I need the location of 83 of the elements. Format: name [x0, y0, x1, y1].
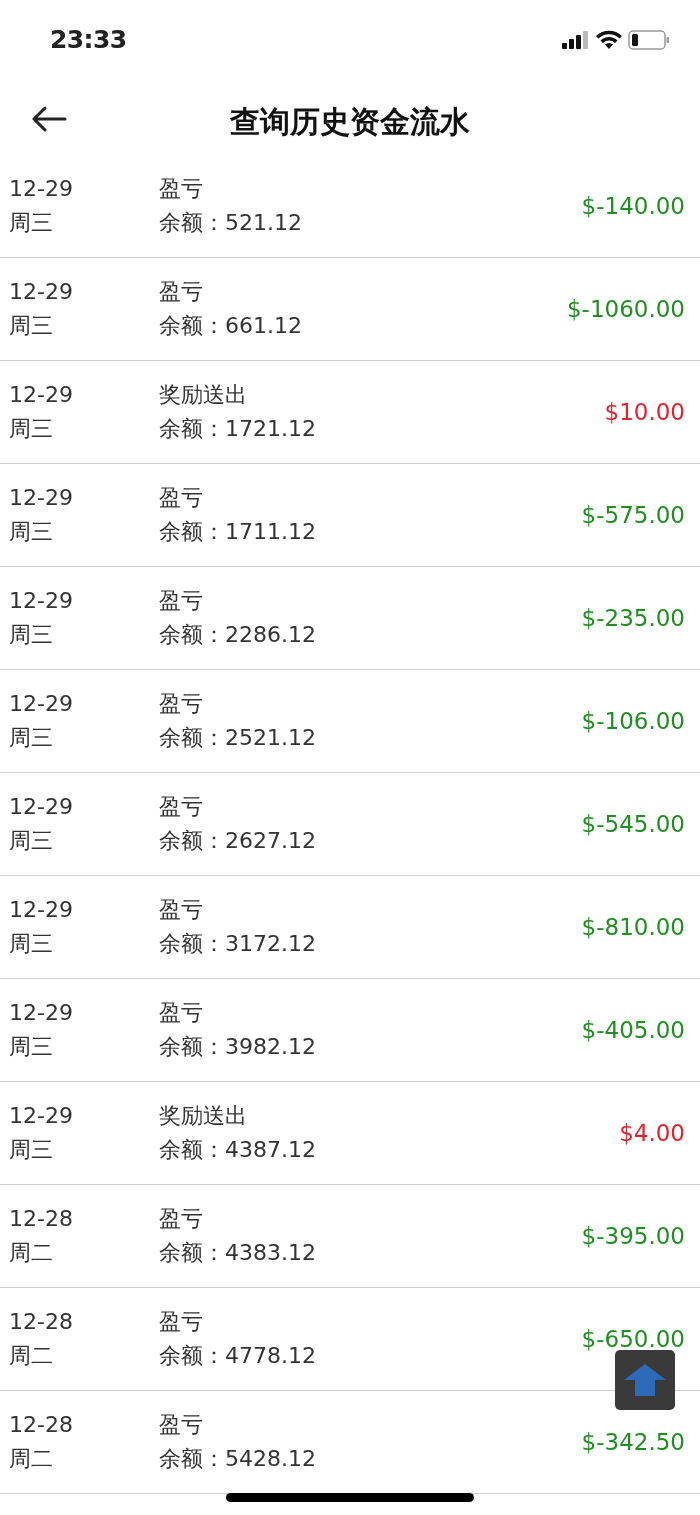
type-text: 盈亏	[159, 1411, 204, 1439]
page-title: 查询历史资金流水	[230, 102, 470, 141]
type-text: 盈亏	[159, 690, 204, 718]
amount-text: $-545.00	[581, 809, 685, 839]
date-text: 12-29	[9, 278, 74, 306]
amount-text: $-342.50	[581, 1427, 685, 1457]
battery-icon	[628, 29, 670, 50]
status-time: 23:33	[50, 23, 127, 56]
date-text: 12-29	[9, 896, 74, 924]
transaction-row[interactable]: 12-29 周三 盈亏 余额：521.12 $-140.00	[0, 155, 700, 258]
date-text: 12-29	[9, 381, 74, 409]
amount-text: $-405.00	[581, 1015, 685, 1045]
amount-text: $-1060.00	[566, 294, 685, 324]
weekday-text: 周三	[9, 518, 54, 546]
type-text: 盈亏	[159, 587, 204, 615]
transaction-row[interactable]: 12-28 周二 盈亏 余额：4383.12 $-395.00	[0, 1185, 700, 1288]
balance-text: 余额：3982.12	[159, 1033, 317, 1061]
date-text: 12-29	[9, 999, 74, 1027]
amount-text: $10.00	[604, 397, 685, 427]
balance-text: 余额：521.12	[159, 209, 303, 237]
wifi-icon	[596, 30, 622, 49]
weekday-text: 周三	[9, 621, 54, 649]
up-arrow-icon	[623, 1363, 667, 1397]
type-text: 盈亏	[159, 1308, 204, 1336]
amount-text: $-395.00	[581, 1221, 685, 1251]
transaction-row[interactable]: 12-29 周三 奖励送出 余额：1721.12 $10.00	[0, 361, 700, 464]
balance-text: 余额：4778.12	[159, 1342, 317, 1370]
balance-text: 余额：1721.12	[159, 415, 317, 443]
balance-text: 余额：661.12	[159, 312, 303, 340]
balance-text: 余额：2286.12	[159, 621, 317, 649]
date-text: 12-28	[9, 1205, 74, 1233]
date-text: 12-29	[9, 587, 74, 615]
transaction-row[interactable]: 12-29 周三 盈亏 余额：1711.12 $-575.00	[0, 464, 700, 567]
weekday-text: 周三	[9, 312, 54, 340]
type-text: 盈亏	[159, 1205, 204, 1233]
amount-text: $-810.00	[581, 912, 685, 942]
balance-text: 余额：3172.12	[159, 930, 317, 958]
date-text: 12-29	[9, 690, 74, 718]
weekday-text: 周三	[9, 209, 54, 237]
amount-text: $-106.00	[581, 706, 685, 736]
date-text: 12-29	[9, 793, 74, 821]
weekday-text: 周二	[9, 1445, 54, 1473]
balance-text: 余额：2521.12	[159, 724, 317, 752]
type-text: 奖励送出	[159, 1102, 248, 1130]
weekday-text: 周三	[9, 415, 54, 443]
balance-text: 余额：4387.12	[159, 1136, 317, 1164]
weekday-text: 周三	[9, 724, 54, 752]
signal-icon	[562, 30, 590, 49]
weekday-text: 周三	[9, 1033, 54, 1061]
weekday-text: 周二	[9, 1239, 54, 1267]
transaction-row[interactable]: 12-29 周三 盈亏 余额：661.12 $-1060.00	[0, 258, 700, 361]
weekday-text: 周三	[9, 930, 54, 958]
balance-text: 余额：2627.12	[159, 827, 317, 855]
weekday-text: 周三	[9, 827, 54, 855]
back-arrow-icon	[31, 106, 67, 132]
transaction-row[interactable]: 12-29 周三 盈亏 余额：3172.12 $-810.00	[0, 876, 700, 979]
amount-text: $4.00	[619, 1118, 685, 1148]
amount-text: $-575.00	[581, 500, 685, 530]
date-text: 12-29	[9, 175, 74, 203]
balance-text: 余额：5428.12	[159, 1445, 317, 1473]
amount-text: $-140.00	[581, 191, 685, 221]
type-text: 盈亏	[159, 896, 204, 924]
transaction-row[interactable]: 12-29 周三 盈亏 余额：3982.12 $-405.00	[0, 979, 700, 1082]
date-text: 12-29	[9, 484, 74, 512]
type-text: 盈亏	[159, 175, 204, 203]
amount-text: $-235.00	[581, 603, 685, 633]
transaction-row[interactable]: 12-29 周三 盈亏 余额：2627.12 $-545.00	[0, 773, 700, 876]
weekday-text: 周二	[9, 1342, 54, 1370]
date-text: 12-29	[9, 1102, 74, 1130]
balance-text: 余额：1711.12	[159, 518, 317, 546]
weekday-text: 周三	[9, 1136, 54, 1164]
amount-text: $-650.00	[581, 1324, 685, 1354]
date-text: 12-28	[9, 1411, 74, 1439]
transaction-row[interactable]: 12-29 周三 盈亏 余额：2286.12 $-235.00	[0, 567, 700, 670]
transaction-row[interactable]: 12-29 周三 奖励送出 余额：4387.12 $4.00	[0, 1082, 700, 1185]
type-text: 盈亏	[159, 999, 204, 1027]
transaction-row[interactable]: 12-29 周三 盈亏 余额：2521.12 $-106.00	[0, 670, 700, 773]
type-text: 盈亏	[159, 278, 204, 306]
type-text: 盈亏	[159, 793, 204, 821]
balance-text: 余额：4383.12	[159, 1239, 317, 1267]
type-text: 盈亏	[159, 484, 204, 512]
date-text: 12-28	[9, 1308, 74, 1336]
type-text: 奖励送出	[159, 381, 248, 409]
